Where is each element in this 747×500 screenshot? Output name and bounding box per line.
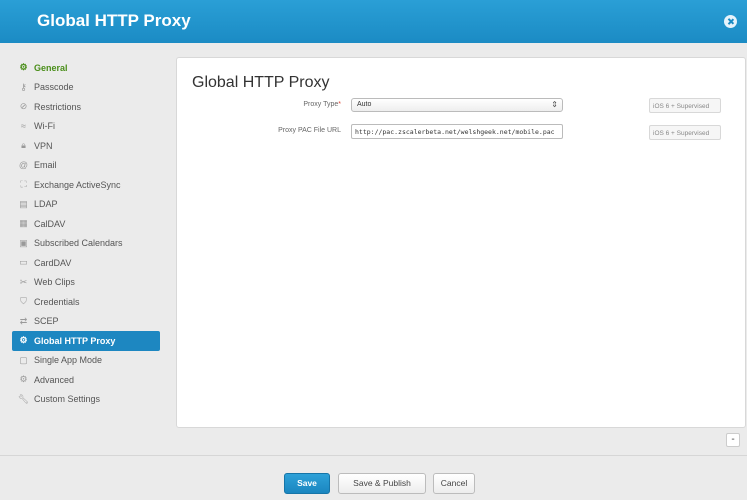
sidebar-item-web-clips[interactable]: ✂ Web Clips	[12, 273, 162, 293]
sidebar-item-label: Passcode	[34, 82, 74, 93]
sidebar-item-label: Web Clips	[34, 277, 75, 288]
sidebar-item-global-http-proxy[interactable]: ⚙ Global HTTP Proxy	[12, 331, 160, 351]
app-icon: ▢	[19, 354, 28, 365]
sidebar-item-scep[interactable]: ⇄ SCEP	[12, 312, 162, 332]
title-bar: Global HTTP Proxy	[0, 0, 747, 43]
sidebar-item-label: Advanced	[34, 374, 75, 385]
close-icon[interactable]	[724, 15, 737, 28]
calendar-icon: ▣	[19, 237, 28, 248]
remove-payload-button[interactable]: -	[726, 433, 740, 447]
sidebar-item-label: VPN	[34, 140, 53, 151]
sidebar-item-label: Subscribed Calendars	[34, 238, 123, 249]
sidebar-item-label: CardDAV	[34, 257, 72, 268]
exchange-arrows-icon: ⇄	[19, 315, 28, 326]
sidebar-item-label: Exchange ActiveSync	[34, 179, 121, 190]
page-title: Global HTTP Proxy	[192, 74, 330, 91]
gear-icon: ⚙	[19, 335, 28, 346]
sidebar-item-single-app-mode[interactable]: ▢ Single App Mode	[12, 351, 162, 371]
wrench-icon: 🔧︎	[17, 393, 30, 404]
sidebar-item-ldap[interactable]: ▤ LDAP	[12, 195, 162, 215]
sidebar: ⚙ General ⚷ Passcode ⊘ Restrictions ≈ Wi-Fi …	[12, 58, 162, 409]
scissors-icon: ✂	[19, 276, 28, 287]
save-and-publish-button[interactable]: Save & Publish	[338, 473, 426, 494]
sidebar-item-carddav[interactable]: ▭ CardDAV	[12, 253, 162, 273]
wifi-icon: ≈	[21, 121, 26, 132]
sidebar-item-label: Restrictions	[34, 101, 82, 112]
sidebar-item-label: Wi-Fi	[34, 121, 55, 132]
email-icon: @	[18, 160, 29, 171]
sidebar-item-vpn[interactable]: 🔒︎ VPN	[12, 136, 162, 156]
sidebar-item-label: SCEP	[34, 316, 59, 327]
shield-icon: ⛉	[20, 296, 27, 307]
sidebar-item-exchange-activesync[interactable]: ⛶ Exchange ActiveSync	[12, 175, 162, 195]
ldap-icon: ▤	[19, 198, 28, 209]
key-icon: ⚷	[20, 81, 27, 92]
ios-supervised-badge: iOS 6 + Supervised	[649, 98, 721, 113]
cancel-button[interactable]: Cancel	[433, 473, 475, 494]
sidebar-item-label: CalDAV	[34, 218, 66, 229]
required-marker: *	[338, 101, 341, 108]
window-title: Global HTTP Proxy	[37, 11, 191, 30]
calendar-icon: ▦	[19, 218, 28, 229]
contact-card-icon: ▭	[19, 257, 28, 268]
sidebar-item-custom-settings[interactable]: 🔧︎ Custom Settings	[12, 390, 162, 410]
proxy-pac-url-label: Proxy PAC File URL	[278, 127, 341, 134]
proxy-type-value: Auto	[357, 101, 372, 108]
sidebar-item-label: Custom Settings	[34, 394, 101, 405]
ios-supervised-badge: iOS 6 + Supervised	[649, 125, 721, 140]
sidebar-item-email[interactable]: @ Email	[12, 156, 162, 176]
gear-icon: ⚙	[19, 374, 28, 385]
sidebar-item-subscribed-calendars[interactable]: ▣ Subscribed Calendars	[12, 234, 162, 254]
sidebar-item-label: Credentials	[34, 296, 80, 307]
proxy-pac-url-field[interactable]: http://pac.zscalerbeta.net/welshgeek.net…	[351, 124, 563, 139]
save-button[interactable]: Save	[284, 473, 330, 494]
proxy-type-select[interactable]: Auto ⇕	[351, 98, 563, 112]
sidebar-item-passcode[interactable]: ⚷ Passcode	[12, 78, 162, 98]
sidebar-item-restrictions[interactable]: ⊘ Restrictions	[12, 97, 162, 117]
proxy-type-label: Proxy Type*	[303, 101, 341, 108]
sidebar-item-label: Email	[34, 160, 57, 171]
sidebar-item-caldav[interactable]: ▦ CalDAV	[12, 214, 162, 234]
select-arrows-icon: ⇕	[551, 100, 558, 109]
sidebar-item-label: LDAP	[34, 199, 58, 210]
sidebar-item-general[interactable]: ⚙ General	[12, 58, 162, 78]
sidebar-item-credentials[interactable]: ⛉ Credentials	[12, 292, 162, 312]
footer-divider	[0, 455, 747, 456]
sidebar-item-label: Global HTTP Proxy	[34, 335, 116, 346]
sidebar-item-label: General	[34, 62, 68, 73]
sidebar-item-wifi[interactable]: ≈ Wi-Fi	[12, 117, 162, 137]
gear-icon: ⚙	[19, 62, 28, 73]
restriction-icon: ⊘	[19, 101, 28, 112]
exchange-icon: ⛶	[20, 179, 27, 190]
settings-panel: Global HTTP Proxy Proxy Type* Auto ⇕ iOS…	[176, 57, 746, 428]
sidebar-item-advanced[interactable]: ⚙ Advanced	[12, 370, 162, 390]
sidebar-item-label: Single App Mode	[34, 355, 103, 366]
lock-icon: 🔒︎	[21, 140, 26, 151]
